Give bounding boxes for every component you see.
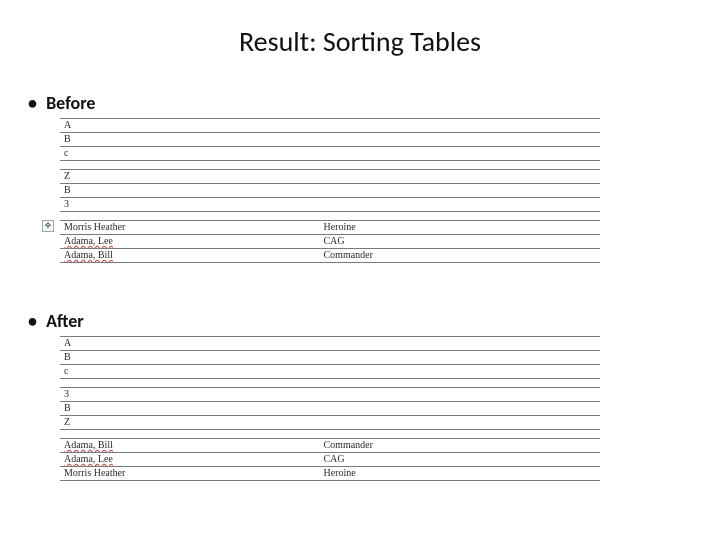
before-table-1: A B c bbox=[60, 118, 600, 161]
page-title: Result: Sorting Tables bbox=[0, 24, 720, 59]
cell: Heroine bbox=[320, 467, 601, 481]
cell: B bbox=[60, 133, 600, 147]
cell: Commander bbox=[320, 249, 601, 263]
section-before-label: Before bbox=[46, 92, 95, 114]
cell: c bbox=[60, 365, 600, 379]
before-table-3-wrap: ✥ Morris Heather Heroine Adama, Lee CAG … bbox=[60, 220, 600, 263]
table-row: B bbox=[60, 351, 600, 365]
before-table-2: Z B 3 bbox=[60, 169, 600, 212]
bullet-dot-icon: • bbox=[28, 92, 42, 114]
table-row: A bbox=[60, 119, 600, 133]
bullet-dot-icon: • bbox=[28, 310, 42, 332]
cell: B bbox=[60, 402, 600, 416]
table-row: A bbox=[60, 337, 600, 351]
cell: Morris Heather bbox=[60, 221, 320, 235]
cell: 3 bbox=[60, 198, 600, 212]
table-row: Z bbox=[60, 416, 600, 430]
table-row: Adama, Bill Commander bbox=[60, 439, 600, 453]
after-table-1: A B c bbox=[60, 336, 600, 379]
cell: Adama, Lee bbox=[60, 235, 320, 249]
table-row: c bbox=[60, 365, 600, 379]
cell: Adama, Bill bbox=[60, 439, 320, 453]
table-row: Adama, Lee CAG bbox=[60, 235, 600, 249]
after-tables: A B c 3 B Z Adama, Bill Commander Adama,… bbox=[60, 336, 600, 489]
section-after-label: After bbox=[46, 310, 84, 332]
cell: Commander bbox=[320, 439, 601, 453]
cell: Heroine bbox=[320, 221, 601, 235]
cell: 3 bbox=[60, 388, 600, 402]
table-row: Adama, Bill Commander bbox=[60, 249, 600, 263]
table-row: Adama, Lee CAG bbox=[60, 453, 600, 467]
cell: A bbox=[60, 337, 600, 351]
before-table-3: Morris Heather Heroine Adama, Lee CAG Ad… bbox=[60, 220, 600, 263]
cell: c bbox=[60, 147, 600, 161]
cell-text: Morris Heather bbox=[64, 468, 125, 479]
table-row: 3 bbox=[60, 198, 600, 212]
table-move-handle-icon[interactable]: ✥ bbox=[42, 220, 54, 232]
section-before: • Before bbox=[28, 92, 95, 114]
section-after: • After bbox=[28, 310, 84, 332]
cell: Z bbox=[60, 170, 600, 184]
cell-text: Morris Heather bbox=[64, 222, 125, 233]
table-row: Z bbox=[60, 170, 600, 184]
table-row: B bbox=[60, 133, 600, 147]
cell-text: Adama, Bill bbox=[64, 250, 113, 261]
cell: Morris Heather bbox=[60, 467, 320, 481]
slide: Result: Sorting Tables • Before A B c Z … bbox=[0, 0, 720, 540]
cell: Adama, Bill bbox=[60, 249, 320, 263]
table-row: B bbox=[60, 184, 600, 198]
after-table-3: Adama, Bill Commander Adama, Lee CAG Mor… bbox=[60, 438, 600, 481]
table-row: c bbox=[60, 147, 600, 161]
table-row: Morris Heather Heroine bbox=[60, 467, 600, 481]
cell-text: Adama, Lee bbox=[64, 454, 113, 465]
after-table-2: 3 B Z bbox=[60, 387, 600, 430]
cell: B bbox=[60, 351, 600, 365]
cell: CAG bbox=[320, 453, 601, 467]
cell: CAG bbox=[320, 235, 601, 249]
cell-text: Adama, Bill bbox=[64, 440, 113, 451]
before-tables: A B c Z B 3 ✥ Morris Heather Heroine Ada… bbox=[60, 118, 600, 271]
cell: B bbox=[60, 184, 600, 198]
cell: Adama, Lee bbox=[60, 453, 320, 467]
cell-text: Adama, Lee bbox=[64, 236, 113, 247]
table-row: Morris Heather Heroine bbox=[60, 221, 600, 235]
table-row: 3 bbox=[60, 388, 600, 402]
cell: Z bbox=[60, 416, 600, 430]
table-row: B bbox=[60, 402, 600, 416]
cell: A bbox=[60, 119, 600, 133]
